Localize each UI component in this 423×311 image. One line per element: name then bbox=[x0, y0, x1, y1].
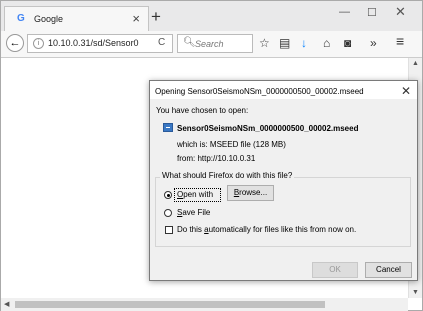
back-button[interactable]: ← bbox=[6, 34, 24, 52]
dialog-intro: You have chosen to open: bbox=[156, 106, 249, 115]
browser-window: G Google × + — ☐ ✕ ← i 10.10.0.31/sd/Sen… bbox=[0, 0, 423, 311]
google-g-icon: G bbox=[17, 13, 25, 24]
ok-button[interactable]: OK bbox=[312, 262, 358, 278]
open-with-label[interactable]: Open with bbox=[177, 190, 213, 199]
scroll-up-icon[interactable]: ▲ bbox=[412, 60, 419, 67]
tab-close-icon[interactable]: × bbox=[132, 11, 140, 26]
download-icon[interactable]: ↓ bbox=[301, 36, 307, 50]
file-source: from: http://10.10.0.31 bbox=[177, 154, 256, 163]
save-file-radio[interactable] bbox=[164, 209, 172, 217]
reader-list-icon[interactable]: ▤ bbox=[279, 36, 290, 50]
dialog-body: You have chosen to open: Sensor0SeismoNS… bbox=[150, 99, 417, 280]
nav-bar: ← i 10.10.0.31/sd/Sensor0 C 🔍︎ Search ☆ … bbox=[1, 31, 422, 58]
search-icon: 🔍︎ bbox=[183, 37, 196, 48]
maximize-icon[interactable]: ☐ bbox=[367, 6, 377, 19]
horizontal-scroll-thumb[interactable] bbox=[15, 301, 325, 308]
auto-label[interactable]: Do this automatically for files like thi… bbox=[177, 225, 356, 234]
tab-google[interactable]: G Google × bbox=[4, 6, 149, 31]
search-placeholder: Search bbox=[195, 39, 224, 49]
mseed-file-icon bbox=[163, 123, 173, 132]
browse-button[interactable]: Browse... bbox=[227, 185, 274, 201]
save-file-label[interactable]: Save File bbox=[177, 208, 210, 217]
pocket-icon[interactable]: ◙ bbox=[344, 36, 351, 50]
file-type: which is: MSEED file (128 MB) bbox=[177, 140, 286, 149]
overflow-icon[interactable]: » bbox=[370, 36, 377, 50]
tab-strip: G Google × + — ☐ ✕ bbox=[1, 1, 422, 31]
reload-icon[interactable]: C bbox=[158, 37, 165, 48]
menu-icon[interactable]: ≡ bbox=[396, 33, 404, 49]
minimize-icon[interactable]: — bbox=[339, 6, 350, 18]
tab-title: Google bbox=[34, 14, 64, 24]
bookmark-star-icon[interactable]: ☆ bbox=[259, 36, 270, 50]
file-name: Sensor0SeismoNSm_0000000500_00002.mseed bbox=[177, 124, 359, 133]
back-arrow-icon: ← bbox=[9, 37, 21, 49]
open-file-dialog: Opening Sensor0SeismoNSm_0000000500_0000… bbox=[149, 80, 418, 281]
auto-checkbox[interactable] bbox=[165, 226, 173, 234]
scroll-left-icon[interactable]: ◀ bbox=[4, 300, 9, 308]
close-icon[interactable]: ✕ bbox=[395, 4, 406, 20]
site-info-icon[interactable]: i bbox=[33, 38, 44, 49]
dialog-close-icon[interactable]: ✕ bbox=[401, 84, 411, 98]
scroll-down-icon[interactable]: ▼ bbox=[412, 289, 419, 296]
url-bar[interactable]: i 10.10.0.31/sd/Sensor0 bbox=[27, 34, 173, 53]
open-with-radio[interactable] bbox=[164, 191, 172, 199]
action-question: What should Firefox do with this file? bbox=[160, 171, 295, 180]
search-input[interactable]: 🔍︎ Search bbox=[177, 34, 253, 53]
horizontal-scrollbar[interactable]: ◀ bbox=[1, 298, 408, 311]
home-icon[interactable]: ⌂ bbox=[323, 36, 330, 50]
url-text: 10.10.0.31/sd/Sensor0 bbox=[48, 38, 139, 48]
cancel-button[interactable]: Cancel bbox=[365, 262, 412, 278]
dialog-title: Opening Sensor0SeismoNSm_0000000500_0000… bbox=[155, 87, 364, 96]
new-tab-button[interactable]: + bbox=[151, 7, 161, 27]
